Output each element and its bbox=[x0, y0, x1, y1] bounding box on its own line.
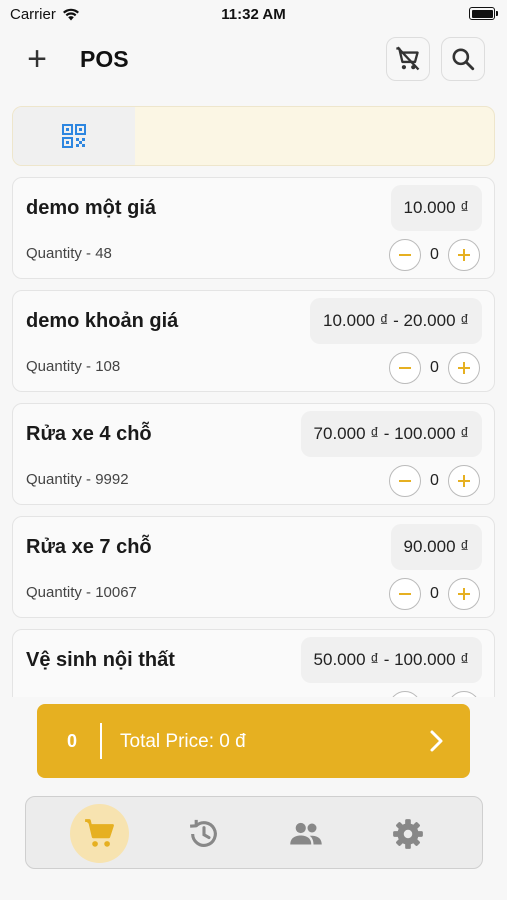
nav-history[interactable] bbox=[174, 804, 233, 863]
product-name: demo khoản giá bbox=[26, 310, 179, 332]
quantity-value: 0 bbox=[430, 472, 439, 489]
divider bbox=[100, 723, 102, 759]
product-card[interactable]: demo một giá 10.000 ₫ Quantity - 48 0 bbox=[12, 177, 495, 279]
nav-settings[interactable] bbox=[378, 804, 437, 863]
quantity-label: Quantity - 9992 bbox=[26, 471, 129, 488]
quantity-stepper: 0 bbox=[389, 465, 480, 497]
product-card[interactable]: Rửa xe 4 chỗ 70.000 ₫ - 100.000 ₫ Quanti… bbox=[12, 403, 495, 505]
qr-scan-button[interactable] bbox=[13, 107, 135, 165]
settings-icon bbox=[392, 818, 423, 849]
minus-icon bbox=[399, 593, 411, 595]
plus-icon bbox=[458, 475, 470, 487]
product-list[interactable]: demo một giá 10.000 ₫ Quantity - 48 0 de… bbox=[0, 176, 507, 697]
nav-pos[interactable] bbox=[70, 804, 129, 863]
increment-button[interactable] bbox=[448, 465, 480, 497]
increment-button[interactable] bbox=[448, 352, 480, 384]
nav-customers[interactable] bbox=[276, 804, 335, 863]
price-chip[interactable]: 90.000 ₫ bbox=[390, 524, 482, 570]
checkout-bar[interactable]: 0 Total Price: 0 đ bbox=[37, 704, 470, 778]
plus-icon bbox=[458, 588, 470, 600]
total-price-label: Total Price: 0 đ bbox=[120, 731, 246, 752]
product-card[interactable]: demo khoản giá 10.000 ₫ - 20.000 ₫ Quant… bbox=[12, 290, 495, 392]
plus-icon bbox=[458, 362, 470, 374]
qr-code-icon bbox=[62, 124, 86, 148]
price-chip[interactable]: 10.000 ₫ - 20.000 ₫ bbox=[310, 298, 482, 344]
plus-icon bbox=[458, 249, 470, 261]
quantity-stepper bbox=[389, 691, 480, 697]
history-icon bbox=[189, 819, 217, 847]
quantity-label: Quantity - 10067 bbox=[26, 584, 137, 601]
product-name: demo một giá bbox=[26, 197, 157, 219]
decrement-button[interactable] bbox=[389, 578, 421, 610]
minus-icon bbox=[399, 367, 411, 369]
quantity-value: 0 bbox=[430, 246, 439, 263]
price-chip[interactable]: 10.000 ₫ bbox=[390, 185, 482, 231]
cart-count: 0 bbox=[67, 731, 78, 751]
product-name: Rửa xe 4 chỗ bbox=[26, 423, 152, 445]
product-card[interactable]: Rửa xe 7 chỗ 90.000 ₫ Quantity - 10067 0 bbox=[12, 516, 495, 618]
decrement-button[interactable] bbox=[389, 465, 421, 497]
price-chip[interactable]: 70.000 ₫ - 100.000 ₫ bbox=[300, 411, 482, 457]
product-name: Vệ sinh nội thất bbox=[26, 649, 175, 671]
add-button[interactable]: + bbox=[22, 42, 52, 78]
minus-icon bbox=[399, 480, 411, 482]
status-bar: Carrier 11:32 AM bbox=[0, 0, 507, 28]
quantity-stepper: 0 bbox=[389, 352, 480, 384]
minus-icon bbox=[399, 254, 411, 256]
price-chip[interactable]: 50.000 ₫ - 100.000 ₫ bbox=[300, 637, 482, 683]
increment-button[interactable] bbox=[448, 691, 480, 697]
app-header: + POS bbox=[0, 30, 507, 90]
shopping-cart-icon bbox=[84, 818, 114, 847]
page-title: POS bbox=[80, 46, 129, 72]
quantity-stepper: 0 bbox=[389, 578, 480, 610]
product-card[interactable]: Vệ sinh nội thất 50.000 ₫ - 100.000 ₫ bbox=[12, 629, 495, 697]
bottom-nav bbox=[25, 796, 483, 869]
checkout-next-button[interactable] bbox=[426, 728, 446, 759]
decrement-button[interactable] bbox=[389, 352, 421, 384]
search-icon bbox=[452, 48, 475, 71]
decrement-button[interactable] bbox=[389, 239, 421, 271]
search-button[interactable] bbox=[441, 37, 485, 81]
status-time: 11:32 AM bbox=[221, 6, 286, 23]
remove-shopping-cart-icon bbox=[396, 46, 420, 71]
quantity-label: Quantity - 108 bbox=[26, 358, 121, 375]
decrement-button[interactable] bbox=[389, 691, 421, 697]
increment-button[interactable] bbox=[448, 578, 480, 610]
quantity-value: 0 bbox=[430, 585, 439, 602]
battery-icon bbox=[469, 7, 498, 20]
product-name: Rửa xe 7 chỗ bbox=[26, 536, 152, 558]
quantity-value: 0 bbox=[430, 359, 439, 376]
people-icon bbox=[289, 822, 322, 844]
scan-bar bbox=[12, 106, 495, 166]
chevron-right-icon bbox=[430, 730, 443, 752]
quantity-label: Quantity - 48 bbox=[26, 245, 112, 262]
clear-cart-button[interactable] bbox=[386, 37, 430, 81]
increment-button[interactable] bbox=[448, 239, 480, 271]
quantity-stepper: 0 bbox=[389, 239, 480, 271]
